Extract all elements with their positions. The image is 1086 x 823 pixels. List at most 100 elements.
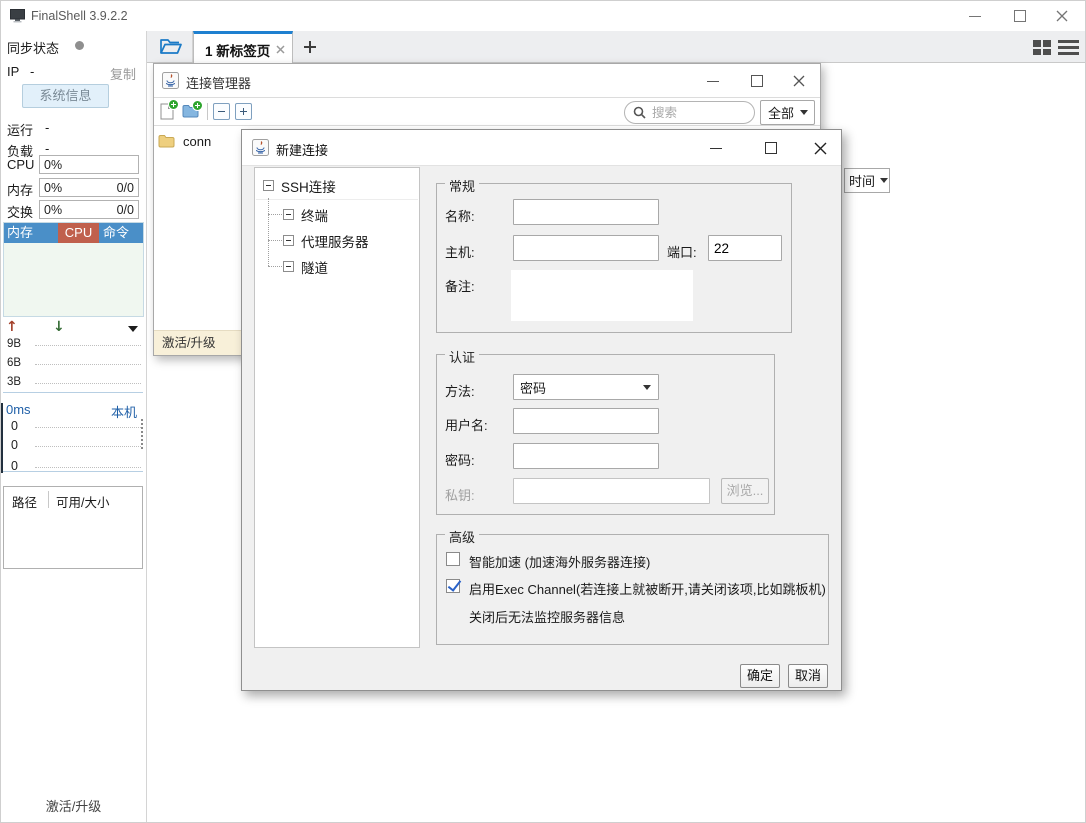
connection-folder-button[interactable] — [150, 31, 193, 62]
copy-link[interactable]: 复制 — [110, 64, 136, 83]
filter-dropdown[interactable]: 全部 — [760, 100, 815, 125]
maximize-button[interactable] — [1005, 7, 1035, 25]
exec-channel-label: 启用Exec Channel(若连接上就被断开,请关闭该项,比如跳板机) — [469, 579, 826, 598]
collapse-icon — [218, 111, 225, 113]
tab-close-icon[interactable] — [276, 45, 285, 54]
swap-ratio: 0/0 — [117, 203, 134, 217]
host-input[interactable] — [513, 235, 659, 261]
mem-usage-box: 0% 0/0 — [39, 178, 139, 197]
method-label: 方法: — [445, 381, 475, 400]
minimize-button[interactable] — [960, 7, 990, 25]
tree-item-proxy[interactable]: 代理服务器 — [283, 228, 369, 253]
close-button[interactable] — [1047, 7, 1077, 25]
cpu-label: CPU — [7, 157, 34, 172]
new-tab-button[interactable] — [303, 40, 317, 54]
swap-label: 交换 — [7, 202, 33, 221]
splitter-handle[interactable] — [141, 419, 143, 449]
chevron-down-icon — [880, 178, 888, 183]
folder-row-conn[interactable]: conn — [158, 130, 211, 152]
new-connection-dialog: 新建连接 SSH连接 终端 代理服务器 — [241, 129, 842, 691]
collapse-all-button[interactable] — [213, 103, 230, 120]
java-app-icon — [252, 139, 269, 161]
port-input[interactable] — [708, 235, 782, 261]
search-box[interactable] — [624, 101, 755, 124]
exec-channel-checkbox[interactable] — [446, 579, 460, 593]
smart-accel-checkbox[interactable] — [446, 552, 460, 566]
mem-label: 内存 — [7, 180, 33, 199]
net-gridline — [35, 364, 141, 365]
browse-button[interactable]: 浏览... — [721, 478, 769, 504]
sync-status-dot-icon — [75, 41, 84, 50]
sidebar: 同步状态 IP - 复制 系统信息 运行 - 负载 - CPU 0% 内存 0%… — [1, 31, 147, 823]
ok-button[interactable]: 确定 — [740, 664, 780, 688]
general-groupbox: 常规 名称: 主机: 端口: 备注: — [436, 183, 792, 333]
filter-value: 全部 — [768, 103, 800, 122]
password-input[interactable] — [513, 443, 659, 469]
process-monitor-panel: 内存 CPU 命令 — [3, 222, 144, 317]
system-info-button[interactable]: 系统信息 — [22, 84, 109, 108]
sort-time-value: 时间 — [849, 171, 875, 190]
remark-textarea[interactable] — [511, 270, 693, 321]
name-input[interactable] — [513, 199, 659, 225]
dialog-minimize-button[interactable] — [701, 139, 731, 157]
tree-collapse-icon[interactable] — [283, 235, 294, 246]
close-icon — [1056, 10, 1068, 22]
password-label: 密码: — [445, 450, 475, 469]
folder-name: conn — [183, 134, 211, 149]
tab-new-page[interactable]: 1 新标签页 — [193, 31, 293, 63]
local-host-link[interactable]: 本机 — [111, 402, 137, 421]
tab-cpu[interactable]: CPU — [58, 223, 99, 243]
name-label: 名称: — [445, 206, 475, 225]
general-legend: 常规 — [445, 176, 479, 195]
smart-accel-label: 智能加速 (加速海外服务器连接) — [469, 552, 650, 571]
connection-type-tree: SSH连接 终端 代理服务器 隧道 — [254, 167, 420, 648]
tree-item-label: 终端 — [301, 205, 328, 225]
net-options-dropdown-icon[interactable] — [128, 326, 138, 332]
main-titlebar: FinalShell 3.9.2.2 — [1, 1, 1085, 31]
tree-item-label: 隧道 — [301, 257, 328, 277]
dialog-close-button[interactable] — [805, 139, 835, 157]
private-key-input[interactable] — [513, 478, 710, 504]
minimize-icon — [707, 81, 719, 82]
tab-command[interactable]: 命令 — [99, 223, 143, 243]
tree-collapse-icon[interactable] — [263, 180, 274, 191]
dialog-title: 新建连接 — [276, 140, 328, 159]
method-dropdown[interactable]: 密码 — [513, 374, 659, 400]
tab-memory[interactable]: 内存 — [4, 223, 58, 243]
new-connection-button[interactable] — [160, 103, 175, 121]
connmgr-maximize-button[interactable] — [742, 72, 772, 90]
auth-groupbox: 认证 方法: 密码 用户名: 密码: 私钥: 浏览... — [436, 354, 775, 515]
connmgr-toolbar: 全部 — [154, 98, 820, 126]
tree-item-ssh[interactable]: SSH连接 — [263, 173, 336, 198]
tree-collapse-icon[interactable] — [283, 209, 294, 220]
new-folder-button[interactable] — [182, 104, 199, 119]
activate-upgrade-link[interactable]: 激活/升级 — [162, 336, 215, 350]
auth-legend: 认证 — [445, 347, 479, 366]
cancel-button[interactable]: 取消 — [788, 664, 828, 688]
upload-arrow-icon: ↑ — [6, 319, 18, 335]
mem-percent: 0% — [44, 181, 62, 195]
tree-item-terminal[interactable]: 终端 — [283, 202, 328, 227]
connmgr-title: 连接管理器 — [186, 73, 251, 92]
search-input[interactable] — [650, 105, 744, 121]
run-value: - — [45, 120, 49, 135]
layout-grid-icon[interactable] — [1033, 40, 1052, 55]
menu-icon[interactable] — [1058, 40, 1079, 55]
activate-upgrade-link[interactable]: 激活/升级 — [1, 796, 146, 815]
tree-item-tunnel[interactable]: 隧道 — [283, 254, 328, 279]
chevron-down-icon — [800, 110, 808, 115]
ping-gridline — [35, 467, 141, 468]
maximize-icon — [751, 75, 763, 87]
connmgr-close-button[interactable] — [784, 72, 814, 90]
tree-item-label: SSH连接 — [281, 176, 336, 196]
tree-collapse-icon[interactable] — [283, 261, 294, 272]
connmgr-titlebar: 连接管理器 — [154, 64, 820, 98]
download-arrow-icon: ↓ — [53, 319, 65, 335]
expand-all-button[interactable] — [235, 103, 252, 120]
connmgr-minimize-button[interactable] — [698, 72, 728, 90]
app-logo-icon — [10, 9, 25, 28]
ip-value: - — [30, 64, 34, 79]
dialog-maximize-button[interactable] — [756, 139, 786, 157]
sort-time-dropdown[interactable]: 时间 — [844, 168, 890, 193]
username-input[interactable] — [513, 408, 659, 434]
